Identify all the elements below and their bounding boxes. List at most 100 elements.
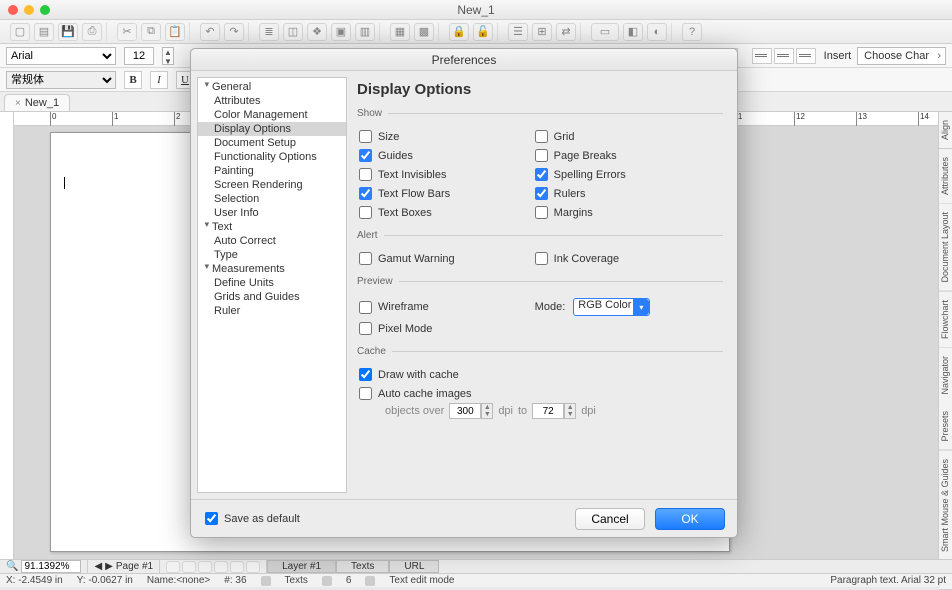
view-bar: 🔍 ◀▶Page #1 Layer #1 Texts URL — [0, 559, 952, 573]
tree-item[interactable]: Auto Correct — [198, 234, 346, 248]
redo-button[interactable]: ↷ — [224, 23, 244, 41]
view-mode-6[interactable] — [246, 561, 260, 573]
font-size-input[interactable] — [124, 47, 154, 65]
chk-spelling[interactable]: Spelling Errors — [533, 165, 709, 184]
tree-item[interactable]: Attributes — [198, 94, 346, 108]
ruler-tick: 12 — [794, 112, 805, 126]
zoom-out-icon[interactable]: 🔍 — [6, 561, 18, 572]
prev-page-icon[interactable]: ◀ — [94, 561, 102, 572]
tree-item[interactable]: Ruler — [198, 304, 346, 318]
layers-button[interactable]: ≣ — [259, 23, 279, 41]
cache-dpi-to[interactable]: ▲▼ — [532, 403, 576, 419]
view-mode-5[interactable] — [230, 561, 244, 573]
tree-item[interactable]: Screen Rendering — [198, 178, 346, 192]
valign-bot-button[interactable] — [796, 48, 816, 64]
view-mode-1[interactable] — [166, 561, 180, 573]
tree-item[interactable]: Painting — [198, 164, 346, 178]
cache-dpi-from[interactable]: ▲▼ — [449, 403, 493, 419]
lock-button[interactable]: 🔒 — [449, 23, 469, 41]
doc-tab[interactable]: × New_1 — [4, 94, 70, 111]
chk-auto-cache[interactable]: Auto cache images — [357, 384, 723, 403]
preview-button[interactable]: ▭ — [591, 23, 619, 41]
chk-text-invisibles[interactable]: Text Invisibles — [357, 165, 533, 184]
tree-item[interactable]: Document Setup — [198, 136, 346, 150]
valign-top-button[interactable] — [752, 48, 772, 64]
chk-ink[interactable]: Ink Coverage — [533, 249, 709, 268]
tree-item[interactable]: Grids and Guides — [198, 290, 346, 304]
align-tool-button[interactable]: ☰ — [508, 23, 528, 41]
tree-parent[interactable]: Text — [198, 220, 346, 234]
tree-item[interactable]: Display Options — [198, 122, 346, 136]
stack-button[interactable]: ❖ — [307, 23, 327, 41]
help-button[interactable]: ? — [682, 23, 702, 41]
chk-wireframe[interactable]: Wireframe — [357, 295, 533, 319]
tree-item[interactable]: Functionality Options — [198, 150, 346, 164]
group-button[interactable]: ▣ — [331, 23, 351, 41]
distribute-button[interactable]: ⊞ — [532, 23, 552, 41]
chk-save-default[interactable]: Save as default — [203, 509, 302, 528]
snap-button[interactable]: ▩ — [414, 23, 434, 41]
url-tab[interactable]: URL — [389, 560, 439, 573]
chk-text-boxes[interactable]: Text Boxes — [357, 203, 533, 222]
layer-tab[interactable]: Layer #1 — [267, 560, 336, 573]
grid-button[interactable]: ▦ — [390, 23, 410, 41]
tree-item[interactable]: Type — [198, 248, 346, 262]
chk-grid[interactable]: Grid — [533, 127, 709, 146]
effects-button[interactable]: ◐ — [647, 23, 667, 41]
valign-mid-button[interactable] — [774, 48, 794, 64]
chk-margins[interactable]: Margins — [533, 203, 709, 222]
new-doc-button[interactable]: ▢ — [10, 23, 30, 41]
chk-pixel-mode[interactable]: Pixel Mode — [357, 319, 533, 338]
print-button[interactable]: ⎙ — [82, 23, 102, 41]
side-tab-presets[interactable]: Presets — [939, 403, 952, 451]
tree-item[interactable]: Color Management — [198, 108, 346, 122]
next-page-icon[interactable]: ▶ — [105, 561, 113, 572]
side-tab-navigator[interactable]: Navigator — [939, 348, 952, 404]
side-tab-smart-mouse-guides[interactable]: Smart Mouse & Guides — [939, 451, 952, 561]
unlock-button[interactable]: 🔓 — [473, 23, 493, 41]
view-mode-3[interactable] — [198, 561, 212, 573]
tree-parent[interactable]: General — [198, 80, 346, 94]
tree-item[interactable]: User Info — [198, 206, 346, 220]
chk-guides[interactable]: Guides — [357, 146, 533, 165]
bold-button[interactable]: B — [124, 71, 142, 89]
side-tab-document-layout[interactable]: Document Layout — [939, 204, 952, 292]
side-tab-flowchart[interactable]: Flowchart — [939, 292, 952, 348]
tree-item[interactable]: Selection — [198, 192, 346, 206]
zoom-input[interactable] — [21, 560, 81, 573]
flip-button[interactable]: ⇄ — [556, 23, 576, 41]
paste-button[interactable]: 📋 — [165, 23, 185, 41]
chk-page-breaks[interactable]: Page Breaks — [533, 146, 709, 165]
chk-size[interactable]: Size — [357, 127, 533, 146]
color-button[interactable]: ◧ — [623, 23, 643, 41]
copy-button[interactable]: ⧉ — [141, 23, 161, 41]
ok-button[interactable]: OK — [655, 508, 725, 530]
cancel-button[interactable]: Cancel — [575, 508, 645, 530]
choose-char-button[interactable]: Choose Char — [857, 47, 946, 65]
view-mode-2[interactable] — [182, 561, 196, 573]
cut-button[interactable]: ✂ — [117, 23, 137, 41]
view-mode-4[interactable] — [214, 561, 228, 573]
save-button[interactable]: 💾 — [58, 23, 78, 41]
side-tab-align[interactable]: Align — [939, 112, 952, 149]
font-select[interactable]: Arial — [6, 47, 116, 65]
undo-button[interactable]: ↶ — [200, 23, 220, 41]
font-style-select[interactable]: 常规体 — [6, 71, 116, 89]
tree-item[interactable]: Define Units — [198, 276, 346, 290]
open-button[interactable]: ▤ — [34, 23, 54, 41]
texts-count-icon — [322, 576, 332, 586]
font-size-stepper[interactable]: ▲▼ — [162, 47, 174, 65]
chk-draw-cache[interactable]: Draw with cache — [357, 365, 723, 384]
preview-mode-select[interactable]: RGB Color▾ — [573, 298, 650, 316]
chk-rulers[interactable]: Rulers — [533, 184, 709, 203]
chk-flow-bars[interactable]: Text Flow Bars — [357, 184, 533, 203]
side-tab-attributes[interactable]: Attributes — [939, 149, 952, 204]
ungroup-button[interactable]: ▥ — [355, 23, 375, 41]
close-tab-icon[interactable]: × — [15, 98, 21, 109]
texts-tab[interactable]: Texts — [336, 560, 389, 573]
italic-button[interactable]: I — [150, 71, 168, 89]
tree-parent[interactable]: Measurements — [198, 262, 346, 276]
preferences-tree[interactable]: GeneralAttributesColor ManagementDisplay… — [197, 77, 347, 493]
chk-gamut[interactable]: Gamut Warning — [357, 249, 533, 268]
arrange-button[interactable]: ◫ — [283, 23, 303, 41]
